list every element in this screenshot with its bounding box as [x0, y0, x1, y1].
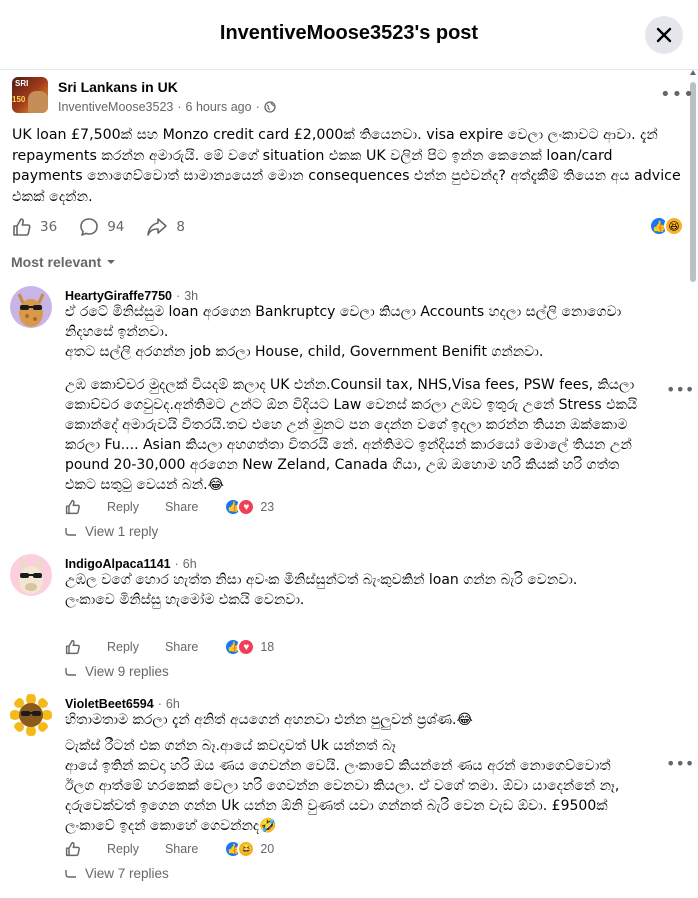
- comment-count: 94: [107, 219, 125, 235]
- giraffe-avatar-icon: [10, 286, 52, 328]
- caret-down-icon: [107, 260, 116, 264]
- comment-sort-dropdown[interactable]: Most relevant: [11, 254, 116, 270]
- group-avatar-text: SRI: [15, 79, 29, 88]
- comment-line: උඹල වගේ හොර හැත්ත නිසා අවංක මිනිස්සුන්ටත…: [65, 572, 578, 588]
- reaction-count: 18: [260, 640, 275, 654]
- meta-separator: ·: [255, 100, 260, 114]
- meta-separator: ·: [177, 100, 182, 114]
- post-share-button[interactable]: 8: [146, 217, 185, 237]
- scrollbar[interactable]: [690, 70, 696, 898]
- author-link[interactable]: InventiveMoose3523: [58, 100, 173, 114]
- scroll-up-arrow-icon[interactable]: [690, 70, 696, 75]
- comment-line: ආයේ ඉතින් කවදා හරි ඔය ණය ගෙවන්න වෙයි. ලං…: [65, 758, 620, 834]
- reaction-count: 23: [260, 500, 275, 514]
- thumbs-up-icon: [13, 218, 31, 236]
- comment-time[interactable]: 6h: [183, 557, 197, 571]
- group-name-link[interactable]: Sri Lankans in UK: [58, 79, 178, 95]
- post-time-link[interactable]: 6 hours ago: [186, 100, 252, 114]
- share-arrow-icon: [147, 218, 168, 236]
- view-replies-label: View 7 replies: [85, 866, 169, 881]
- comment-author-name[interactable]: HeartyGiraffe7750: [65, 289, 172, 303]
- love-reaction-icon: ♥: [237, 498, 256, 516]
- like-count: 36: [40, 219, 58, 235]
- reply-arrow-icon: [65, 869, 76, 878]
- scroll-thumb[interactable]: [690, 82, 696, 282]
- comment-time-separator: ·: [157, 697, 162, 711]
- post-meta: InventiveMoose3523 · 6 hours ago ·: [58, 100, 276, 114]
- view-replies-button[interactable]: View 1 reply: [65, 524, 158, 539]
- comment-author-name[interactable]: IndigoAlpaca1141: [65, 557, 171, 571]
- view-replies-label: View 9 replies: [85, 664, 169, 679]
- comment-time[interactable]: 3h: [184, 289, 198, 303]
- share-count: 8: [176, 219, 185, 235]
- share-button[interactable]: Share: [165, 842, 198, 856]
- comment-options-button[interactable]: •••: [666, 382, 694, 398]
- view-replies-button[interactable]: View 9 replies: [65, 664, 169, 679]
- comment-time-separator: ·: [176, 289, 181, 303]
- share-button[interactable]: Share: [165, 500, 198, 514]
- comment-line: ඒ රටේ මිනිස්සුම loan අරගෙන Bankruptcy වෙ…: [65, 304, 622, 340]
- comment-text: උඹල වගේ හොර හැත්ත නිසා අවංක මිනිස්සුන්ටත…: [65, 570, 640, 610]
- comment-reactions[interactable]: 👍 ♥ 23: [224, 498, 274, 516]
- comment-actions: Reply Share 👍 ♥ 23: [65, 498, 274, 516]
- post-dialog-header: InventiveMoose3523's post: [0, 0, 698, 70]
- view-replies-label: View 1 reply: [85, 524, 159, 539]
- post-actions-bar: 36 94 8 👍 😆: [12, 214, 688, 240]
- close-button[interactable]: [645, 16, 683, 54]
- thumbs-up-icon: [65, 639, 80, 655]
- reply-arrow-icon: [65, 667, 76, 676]
- avatar-face-image: [28, 91, 48, 113]
- sort-label: Most relevant: [11, 254, 102, 270]
- comment-line: අතට සල්ලි අරගන්න job කරලා House, child, …: [65, 344, 544, 360]
- globe-icon: [264, 101, 276, 113]
- comment-line: ටැක්ස් රීටන් එක ගන්න බෑ.ආයේ කවදාවත් Uk ය…: [65, 738, 396, 754]
- comment-time[interactable]: 6h: [166, 697, 180, 711]
- reaction-count: 20: [260, 842, 275, 856]
- comment-actions: Reply Share 👍 ♥ 18: [65, 638, 274, 656]
- post-reactions-summary[interactable]: 👍 😆: [649, 216, 684, 236]
- haha-reaction-icon: 😆: [237, 840, 256, 858]
- post-options-button[interactable]: •••: [660, 86, 695, 104]
- reply-button[interactable]: Reply: [107, 500, 139, 514]
- thumbs-up-icon: [65, 499, 80, 515]
- avatar[interactable]: [10, 286, 52, 328]
- comment-author[interactable]: HeartyGiraffe7750 · 3h: [65, 289, 198, 303]
- comment-author[interactable]: IndigoAlpaca1141 · 6h: [65, 557, 197, 571]
- dialog-title: InventiveMoose3523's post: [219, 22, 479, 44]
- thumbs-up-icon: [65, 841, 80, 857]
- group-avatar[interactable]: SRI 150: [12, 77, 48, 113]
- comment-like-button[interactable]: [65, 499, 81, 515]
- comment-bubble-icon: [80, 218, 98, 236]
- love-reaction-icon: ♥: [237, 638, 256, 656]
- comment-actions: Reply Share 👍 😆 20: [65, 840, 274, 858]
- reply-arrow-icon: [65, 527, 76, 536]
- comment-text: හිතාමතාම කරලා දැන් අනිත් අයගෙන් අහනවා එන…: [65, 710, 640, 836]
- post-body-text: UK loan £7,500ක් සහ Monzo credit card £2…: [12, 127, 681, 205]
- group-avatar-number: 150: [12, 95, 26, 104]
- comment-options-button[interactable]: •••: [666, 756, 694, 772]
- comment-reactions[interactable]: 👍 😆 20: [224, 840, 274, 858]
- post-comment-button[interactable]: 94: [79, 217, 124, 237]
- comment-reactions[interactable]: 👍 ♥ 18: [224, 638, 274, 656]
- comment-author-name[interactable]: VioletBeet6594: [65, 697, 154, 711]
- comment-line: ලංකාවෙ මිනිස්සු හැමෝම එකයි වෙනවා.: [65, 592, 305, 608]
- comment-text: ඒ රටේ මිනිස්සුම loan අරගෙන Bankruptcy වෙ…: [65, 302, 640, 495]
- close-icon: [656, 27, 672, 43]
- sunflower-avatar-icon: [10, 694, 52, 736]
- comment-like-button[interactable]: [65, 639, 81, 655]
- comment-line: උඹ කොච්චර මුදලක් වියදම් කලාද UK එන්න.Cou…: [65, 377, 638, 493]
- comment-author[interactable]: VioletBeet6594 · 6h: [65, 697, 180, 711]
- avatar[interactable]: [10, 554, 52, 596]
- share-button[interactable]: Share: [165, 640, 198, 654]
- avatar[interactable]: [10, 694, 52, 736]
- reply-button[interactable]: Reply: [107, 640, 139, 654]
- comment-like-button[interactable]: [65, 841, 81, 857]
- alpaca-avatar-icon: [10, 554, 52, 596]
- comment-line: හිතාමතාම කරලා දැන් අනිත් අයගෙන් අහනවා එන…: [65, 712, 473, 728]
- comment-time-separator: ·: [174, 557, 179, 571]
- post-like-button[interactable]: 36: [12, 217, 57, 237]
- haha-reaction-icon: 😆: [664, 216, 684, 236]
- view-replies-button[interactable]: View 7 replies: [65, 866, 169, 881]
- reply-button[interactable]: Reply: [107, 842, 139, 856]
